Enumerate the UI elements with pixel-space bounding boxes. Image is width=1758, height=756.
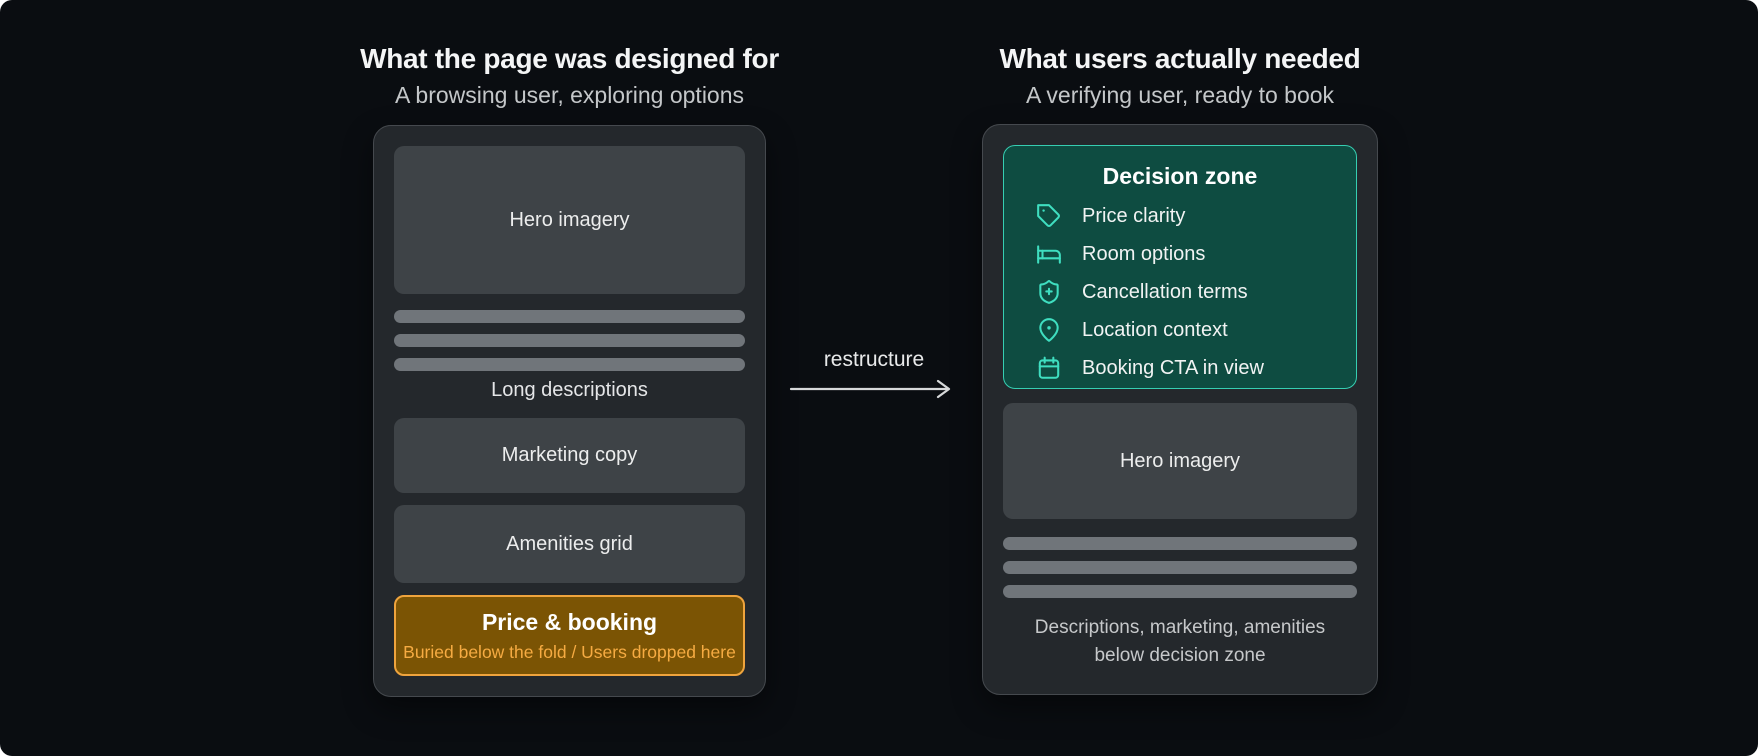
text-skeleton-group (1003, 537, 1357, 598)
shield-plus-icon (1036, 279, 1062, 305)
skeleton-bar (1003, 561, 1357, 574)
decision-zone-block: Decision zone Price clarity Room options… (1003, 145, 1357, 389)
right-subtitle: A verifying user, ready to book (1025, 81, 1335, 108)
comparison-diagram: What the page was designed for A browsin… (0, 0, 1758, 756)
marketing-copy-label: Marketing copy (501, 444, 638, 466)
decision-zone-items: Price clarity Room options Cancellation … (1020, 203, 1340, 381)
below-fold-caption: Descriptions, marketing, amenities below… (1003, 614, 1357, 669)
right-wireframe-card: Decision zone Price clarity Room options… (982, 124, 1378, 695)
right-arrow-icon (789, 379, 951, 399)
skeleton-bar (394, 310, 745, 323)
caption-line: below decision zone (1094, 644, 1266, 666)
left-wireframe-card: Hero imagery Long descriptions Marketing… (373, 125, 766, 697)
decision-item-label: Location context (1082, 318, 1228, 341)
decision-item-location: Location context (1036, 317, 1340, 343)
decision-item-booking-cta: Booking CTA in view (1036, 355, 1340, 381)
hero-imagery-block: Hero imagery (1003, 403, 1357, 519)
skeleton-bar (394, 358, 745, 371)
marketing-copy-block: Marketing copy (394, 418, 745, 493)
left-title: What the page was designed for (360, 43, 779, 74)
hero-imagery-label: Hero imagery (509, 208, 630, 231)
decision-item-cancellation: Cancellation terms (1036, 279, 1340, 305)
decision-item-label: Cancellation terms (1082, 280, 1248, 303)
amenities-grid-label: Amenities grid (506, 532, 633, 555)
decision-item-price-clarity: Price clarity (1036, 203, 1340, 229)
restructure-annotation: restructure (767, 348, 981, 372)
location-pin-icon (1036, 317, 1062, 343)
restructure-label: restructure (823, 348, 925, 371)
hero-imagery-block: Hero imagery (394, 146, 745, 294)
caption-line: Descriptions, marketing, amenities (1034, 617, 1326, 638)
decision-item-label: Room options (1082, 242, 1206, 265)
calendar-icon (1036, 355, 1062, 381)
skeleton-bar (394, 334, 745, 347)
skeleton-bar (1003, 585, 1357, 598)
price-booking-subtitle: Buried below the fold / Users dropped he… (403, 641, 736, 662)
text-skeleton-group (394, 310, 745, 371)
hero-imagery-label: Hero imagery (1119, 449, 1241, 472)
left-column-header: What the page was designed for A browsin… (343, 42, 796, 109)
right-title: What users actually needed (999, 43, 1361, 74)
decision-item-label: Price clarity (1082, 204, 1186, 227)
tag-icon (1036, 203, 1062, 229)
decision-item-label: Booking CTA in view (1082, 356, 1264, 379)
skeleton-bar (1003, 537, 1357, 550)
decision-item-room-options: Room options (1036, 241, 1340, 267)
bed-icon (1036, 241, 1062, 267)
price-booking-block: Price & booking Buried below the fold / … (394, 595, 745, 676)
price-booking-title: Price & booking (481, 608, 658, 635)
right-column-header: What users actually needed A verifying u… (952, 42, 1408, 109)
long-descriptions-label: Long descriptions (491, 379, 648, 401)
decision-zone-title: Decision zone (1102, 163, 1258, 189)
amenities-grid-block: Amenities grid (394, 505, 745, 583)
left-subtitle: A browsing user, exploring options (394, 81, 745, 108)
